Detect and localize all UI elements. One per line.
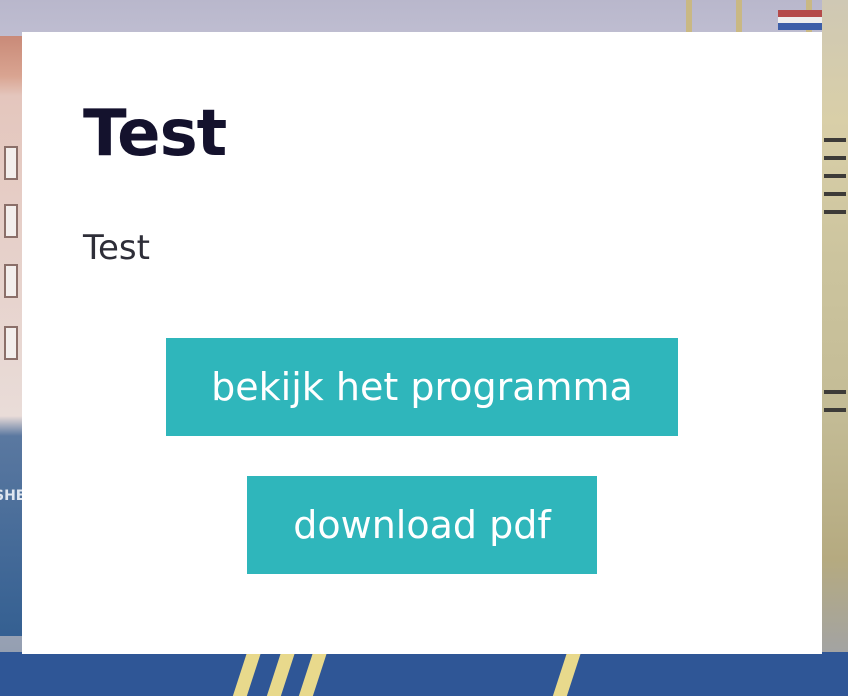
card-title: Test [83,97,227,171]
view-program-button[interactable]: bekijk het programma [166,338,678,436]
window [4,326,18,360]
window [4,204,18,238]
download-pdf-button[interactable]: download pdf [247,476,597,574]
ship-hull [0,652,848,696]
building-left: SHE [0,36,25,636]
window [4,264,18,298]
window [4,146,18,180]
ship-mast [822,0,848,696]
card-body-text: Test [83,228,150,268]
content-card: Test Test bekijk het programma download … [22,32,822,654]
